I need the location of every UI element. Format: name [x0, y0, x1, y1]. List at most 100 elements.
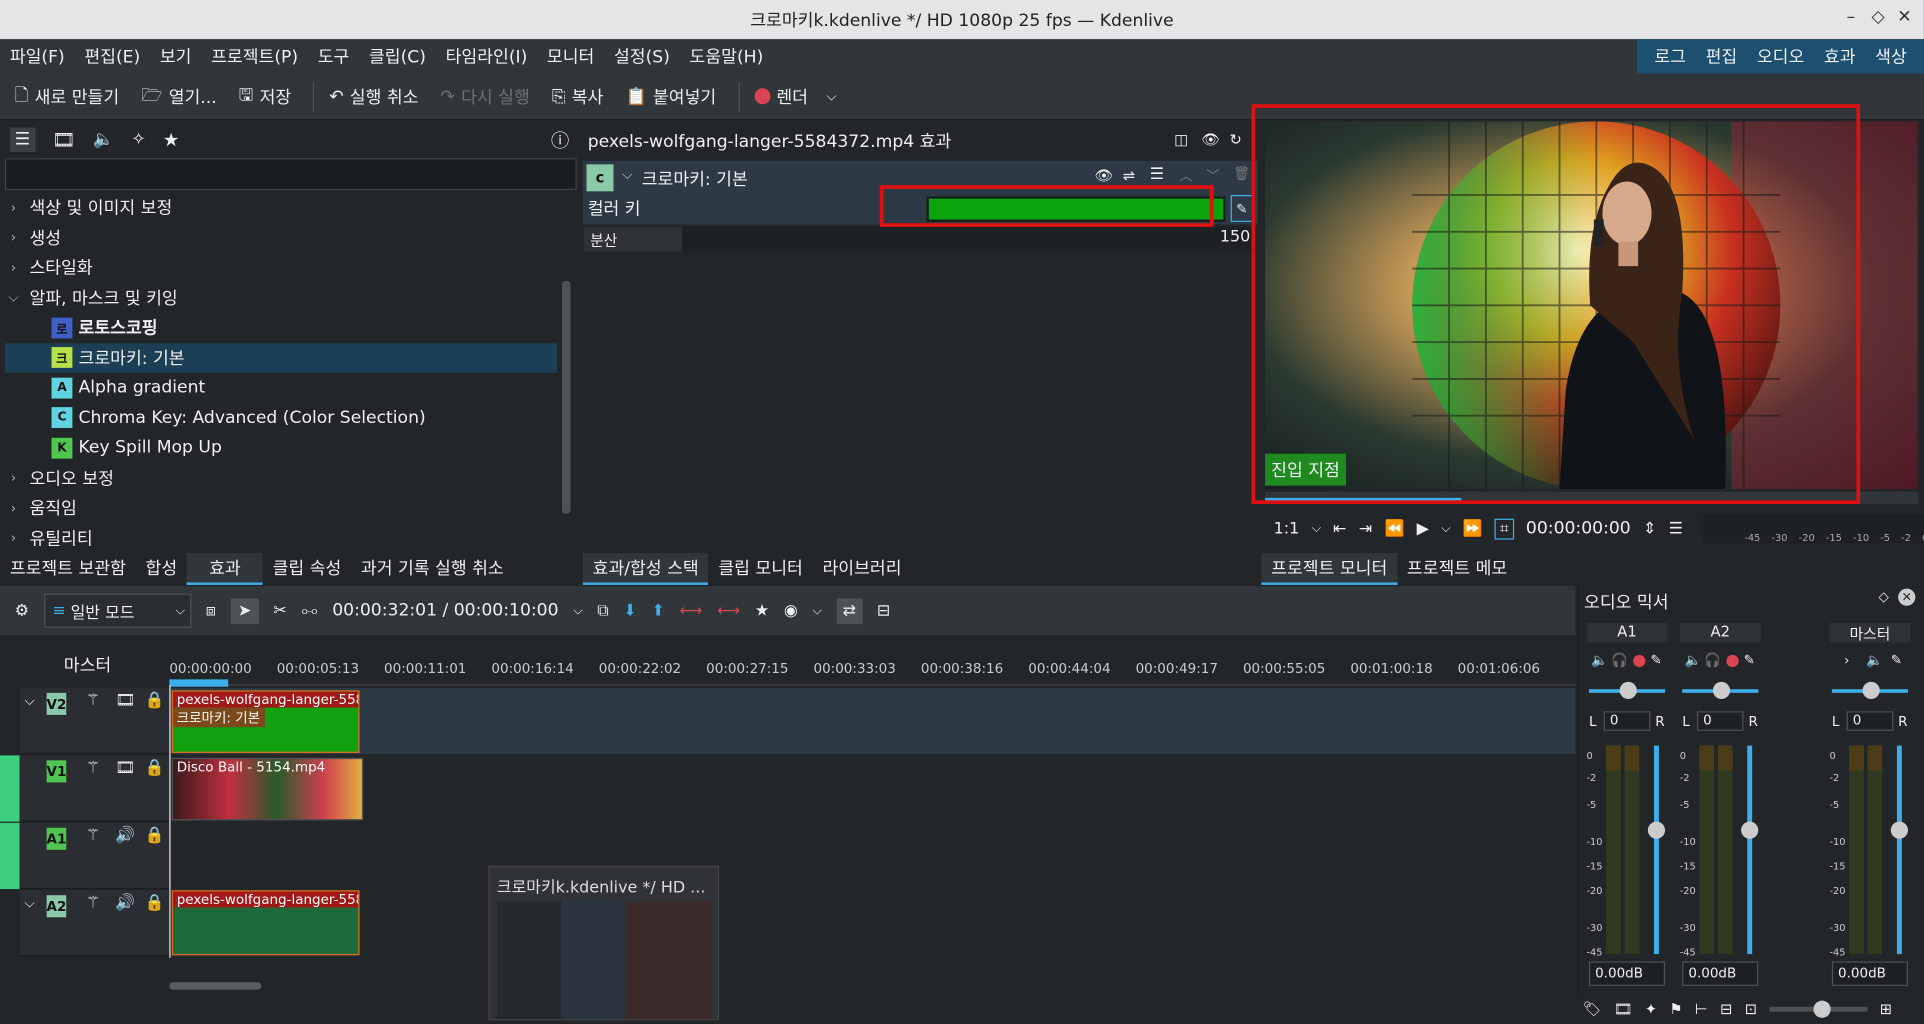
effects-wand-icon[interactable]: ⚚: [86, 759, 100, 777]
render-button[interactable]: 렌더 ⌵: [754, 84, 837, 109]
track-name-v1[interactable]: V1: [47, 760, 66, 783]
mixer-toggle-icon[interactable]: ⇄: [836, 597, 863, 624]
split-compare-icon[interactable]: ◫: [1174, 131, 1188, 148]
menu-help[interactable]: 도움말(H): [680, 44, 773, 69]
info-icon[interactable]: ⓘ: [551, 127, 569, 153]
headphones-icon[interactable]: 🎧: [1611, 652, 1628, 668]
clip-v2-chroma[interactable]: pexels-wolfgang-langer-55843 크로마키: 기본: [171, 690, 360, 753]
favorite-star-icon[interactable]: ★: [755, 602, 769, 620]
gain-spinbox[interactable]: 0: [1846, 711, 1894, 731]
effects-tree-item[interactable]: › 유틸리티: [5, 523, 557, 553]
chevron-right-icon[interactable]: ›: [5, 500, 22, 516]
undo-button[interactable]: ↶ 실행 취소: [329, 84, 418, 109]
menu-edit[interactable]: 편집(E): [75, 44, 150, 69]
chevron-down-icon[interactable]: ⌵: [573, 604, 582, 617]
spin-icon[interactable]: ⇕: [1643, 519, 1656, 537]
layout-audio[interactable]: 오디오: [1747, 44, 1814, 69]
tab-effect-stack[interactable]: 효과/합성 스택: [582, 553, 709, 585]
effects-tree-item[interactable]: › 오디오 보정: [5, 463, 557, 493]
menu-file[interactable]: 파일(F): [0, 44, 75, 69]
mixer-effects-icon[interactable]: ✎: [1650, 652, 1661, 668]
tab-library[interactable]: 라이브러리: [813, 553, 912, 585]
track-name-a1[interactable]: A1: [47, 827, 66, 850]
video-thumbnails-icon[interactable]: 🎞: [1614, 1000, 1633, 1017]
effects-tree-item[interactable]: A Alpha gradient: [5, 373, 557, 403]
tab-undo-history[interactable]: 과거 기록 실행 취소: [351, 553, 513, 585]
effects-tree-item[interactable]: › 생성: [5, 223, 557, 253]
chevron-right-icon[interactable]: ›: [5, 470, 22, 486]
menu-project[interactable]: 프로젝트(P): [201, 44, 308, 69]
track-lane-v1[interactable]: [169, 755, 1576, 822]
volume-fader-handle[interactable]: [1890, 821, 1908, 839]
minimize-icon[interactable]: –: [1847, 7, 1856, 27]
tab-project-monitor[interactable]: 프로젝트 모니터: [1261, 553, 1398, 585]
track-header-v1[interactable]: V1 ⚚ 🎞 🔒: [19, 755, 170, 822]
track-name-v2[interactable]: V2: [47, 692, 66, 715]
chevron-down-icon[interactable]: ⌵: [5, 289, 22, 306]
effects-wand-icon[interactable]: ⚚: [86, 692, 100, 710]
record-icon[interactable]: [1633, 654, 1646, 668]
gain-spinbox[interactable]: 0: [1603, 711, 1651, 731]
menu-settings[interactable]: 설정(S): [604, 44, 680, 69]
new-button[interactable]: 🗋 새로 만들기: [15, 82, 119, 111]
speaker-icon[interactable]: 🔊: [115, 894, 135, 912]
taskbar-preview-popup[interactable]: 크로마키k.kdenlive */ HD ...: [488, 865, 720, 1021]
track-header-a1[interactable]: A1 ⚚ 🔊 🔒: [19, 822, 170, 890]
effects-tree-item[interactable]: K Key Spill Mop Up: [5, 433, 557, 463]
pan-slider-handle[interactable]: [1862, 681, 1880, 699]
track-header-v2[interactable]: ⌵ V2 ⚚ 🎞 🔒: [19, 687, 170, 755]
timeline-settings-icon[interactable]: ⚙: [15, 602, 29, 620]
track-lane-a1[interactable]: [169, 822, 1576, 890]
spacer-tool-icon[interactable]: ⧈: [206, 602, 216, 620]
effects-wand-icon[interactable]: ⚚: [86, 894, 100, 912]
pan-slider-handle[interactable]: [1712, 681, 1731, 699]
open-button[interactable]: 🗁 열기...: [141, 82, 216, 111]
mixer-effects-icon[interactable]: ✎: [1744, 652, 1755, 668]
play-icon[interactable]: ▶: [1417, 519, 1429, 537]
monitor-timecode[interactable]: 00:00:00:00: [1526, 519, 1631, 539]
close-panel-icon[interactable]: ✕: [1898, 588, 1916, 606]
razor-tool-icon[interactable]: ✂: [273, 602, 286, 620]
select-tool-icon[interactable]: ➤: [230, 597, 259, 624]
chevron-right-icon[interactable]: ›: [1844, 652, 1849, 668]
menu-view[interactable]: 보기: [150, 44, 201, 69]
track-target-v1[interactable]: [0, 755, 20, 822]
timeline-h-scrollbar[interactable]: [169, 982, 262, 990]
volume-fader-track[interactable]: [1747, 745, 1753, 955]
effects-wand-icon[interactable]: ⚚: [86, 827, 100, 845]
effects-tree-item[interactable]: › 스타일화: [5, 253, 557, 283]
layout-color[interactable]: 색상: [1865, 44, 1916, 69]
effects-tree-item[interactable]: ⌵ 알파, 마스크 및 키잉: [5, 283, 557, 313]
favorite-star-icon[interactable]: ★: [163, 129, 180, 151]
chevron-right-icon[interactable]: ›: [5, 200, 22, 216]
effect-search-input[interactable]: [4, 158, 577, 191]
effects-tree-item[interactable]: 로 로토스코핑: [5, 313, 557, 343]
timeline-position[interactable]: 00:00:32:01 / 00:00:10:00: [332, 601, 558, 621]
param-variance-row[interactable]: 분산 150: [584, 226, 1256, 252]
track-target-a1[interactable]: [0, 822, 20, 890]
fit-icon[interactable]: ⊢: [1695, 1000, 1708, 1017]
effect-menu-icon[interactable]: ☰: [1150, 166, 1164, 184]
ripple-tool-icon[interactable]: ⧟: [302, 602, 318, 620]
chevron-right-icon[interactable]: ›: [5, 230, 22, 246]
paste-button[interactable]: 📋 붙여넣기: [625, 84, 716, 109]
timeline-ruler[interactable]: 00:00:00:00 00:00:05:13 00:00:11:01 00:00:1…: [169, 659, 1576, 686]
clip-v1-disco[interactable]: Disco Ball - 5154.mp4: [171, 757, 364, 821]
menu-monitor[interactable]: 모니터: [537, 44, 604, 69]
master-label[interactable]: 마스터: [64, 652, 111, 677]
layout-effects[interactable]: 효과: [1814, 44, 1865, 69]
snap-icon[interactable]: ✦: [1645, 1000, 1657, 1017]
zoom-slider[interactable]: [1769, 1000, 1868, 1018]
video-track-icon[interactable]: 🎞: [115, 759, 135, 777]
zoom-slider-handle[interactable]: [1813, 1000, 1831, 1018]
move-down-icon[interactable]: ﹀: [1206, 166, 1219, 186]
track-lane-a2[interactable]: [169, 890, 1576, 957]
marker-flag-icon[interactable]: ⚑: [1669, 1000, 1682, 1017]
tab-compositions[interactable]: 합성: [136, 553, 187, 585]
collapse-chevron-icon[interactable]: ⌵: [25, 895, 35, 912]
close-icon[interactable]: ✕: [1897, 7, 1911, 27]
playhead[interactable]: [169, 685, 171, 958]
effects-tree-item[interactable]: C Chroma Key: Advanced (Color Selection): [5, 403, 557, 433]
float-panel-icon[interactable]: ◇: [1879, 589, 1889, 605]
lock-icon[interactable]: 🔒: [145, 692, 165, 710]
